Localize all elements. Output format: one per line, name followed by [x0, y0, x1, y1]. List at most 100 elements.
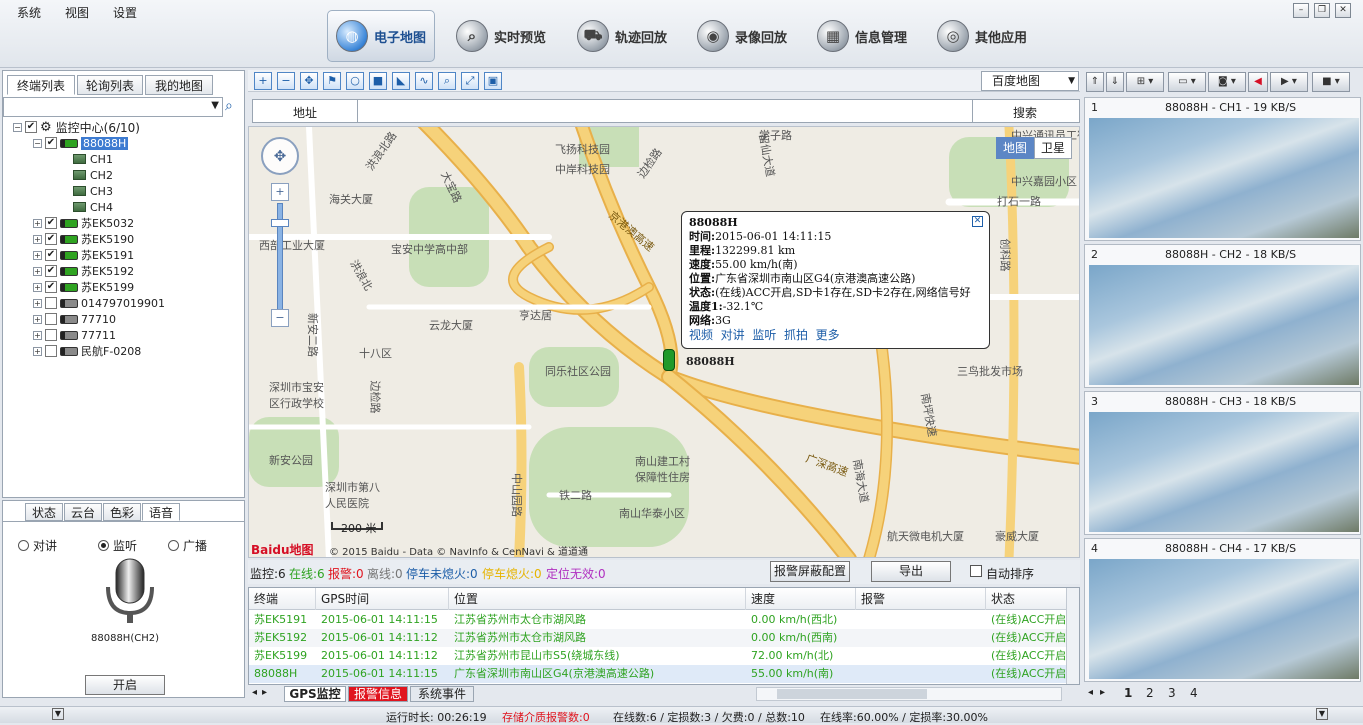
- video-panel[interactable]: 3 88088H - CH3 - 18 KB/S: [1084, 391, 1361, 535]
- circle-icon[interactable]: ○: [346, 72, 364, 90]
- radio-broadcast[interactable]: 广播: [168, 537, 207, 554]
- video-page-tab[interactable]: 3: [1168, 686, 1176, 700]
- vehicle-checkbox[interactable]: ✔: [45, 137, 57, 149]
- flag-icon[interactable]: ⚑: [323, 72, 341, 90]
- menu-system[interactable]: 系统: [17, 4, 41, 21]
- chevron-down-icon[interactable]: ▼: [52, 708, 64, 720]
- radio-listen[interactable]: 监听: [98, 537, 137, 554]
- video-panel[interactable]: 1 88088H - CH1 - 19 KB/S: [1084, 97, 1361, 241]
- close-icon[interactable]: ✕: [972, 216, 983, 227]
- tree-channel[interactable]: CH3: [73, 183, 113, 199]
- vehicle-checkbox[interactable]: ✔: [45, 265, 57, 277]
- pan-icon[interactable]: ✥: [300, 72, 318, 90]
- close-button[interactable]: ✕: [1335, 3, 1351, 18]
- vehicle-checkbox[interactable]: ✔: [45, 281, 57, 293]
- tree-channel[interactable]: CH2: [73, 167, 113, 183]
- rectangle-icon[interactable]: ■: [369, 72, 387, 90]
- map-zoom-handle[interactable]: [271, 219, 289, 227]
- tab-ptz[interactable]: 云台: [64, 503, 102, 521]
- tab-alarm-info[interactable]: 报警信息: [348, 686, 408, 702]
- nav-video-playback[interactable]: ◉ 录像回放: [697, 10, 787, 62]
- col-alarm[interactable]: 报警: [856, 588, 986, 610]
- tree-vehicle[interactable]: + ✔ 苏EK5190: [33, 231, 134, 247]
- export-button[interactable]: 导出: [871, 561, 951, 582]
- col-speed[interactable]: 速度: [746, 588, 856, 610]
- tab-scroll-left-icon[interactable]: ◂: [252, 687, 257, 698]
- video-feed[interactable]: [1089, 265, 1359, 385]
- popup-link-listen[interactable]: 监听: [752, 328, 776, 342]
- tree-vehicle[interactable]: + ✔ 苏EK5192: [33, 263, 134, 279]
- search-icon[interactable]: ⌕: [438, 72, 456, 90]
- vehicle-checkbox[interactable]: ✔: [45, 233, 57, 245]
- window-icon[interactable]: ▭ ▾: [1168, 72, 1206, 92]
- expand-icon[interactable]: +: [33, 330, 42, 340]
- tree-vehicle-selected[interactable]: − ✔ 88088H: [33, 135, 129, 151]
- tree-vehicle[interactable]: +014797019901: [33, 295, 165, 311]
- minimize-button[interactable]: –: [1293, 3, 1309, 18]
- restore-button[interactable]: ❐: [1314, 3, 1330, 18]
- page-next-icon[interactable]: ▸: [1100, 687, 1105, 698]
- expand-icon[interactable]: +: [33, 234, 42, 244]
- address-input[interactable]: [357, 100, 973, 122]
- col-terminal[interactable]: 终端: [249, 588, 316, 610]
- tab-my-map[interactable]: 我的地图: [145, 75, 213, 95]
- save-icon[interactable]: ▣: [484, 72, 502, 90]
- video-feed[interactable]: [1089, 412, 1359, 532]
- stop-icon[interactable]: ■ ▾: [1312, 72, 1350, 92]
- tree-root[interactable]: − ✔ ⚙ 监控中心(6/10): [13, 119, 140, 135]
- collapse-icon[interactable]: −: [13, 122, 22, 132]
- vehicle-checkbox[interactable]: ✔: [45, 249, 57, 261]
- tab-color[interactable]: 色彩: [103, 503, 141, 521]
- map-zoom-in-button[interactable]: +: [271, 183, 289, 201]
- popup-link-intercom[interactable]: 对讲: [721, 328, 745, 342]
- tree-vehicle[interactable]: +77710: [33, 311, 116, 327]
- nav-other-apps[interactable]: ◎ 其他应用: [937, 10, 1027, 62]
- tab-status[interactable]: 状态: [25, 503, 63, 521]
- map-zoom-out-button[interactable]: −: [271, 309, 289, 327]
- col-gps-time[interactable]: GPS时间: [316, 588, 449, 610]
- nav-info-manage[interactable]: ▦ 信息管理: [817, 10, 907, 62]
- video-feed[interactable]: [1089, 118, 1359, 238]
- menu-view[interactable]: 视图: [65, 4, 89, 21]
- horizontal-scrollbar[interactable]: [756, 687, 1062, 701]
- popup-link-video[interactable]: 视频: [689, 328, 713, 342]
- tree-vehicle[interactable]: + ✔ 苏EK5032: [33, 215, 134, 231]
- expand-icon[interactable]: +: [33, 346, 42, 356]
- expand-icon[interactable]: +: [33, 218, 42, 228]
- tree-channel[interactable]: CH1: [73, 151, 113, 167]
- chevron-down-icon[interactable]: ▼: [1316, 708, 1328, 720]
- tree-channel[interactable]: CH4: [73, 199, 113, 215]
- nav-electronic-map[interactable]: ◍ 电子地图: [327, 10, 436, 62]
- download-icon[interactable]: ⇓: [1106, 72, 1124, 92]
- col-location[interactable]: 位置: [449, 588, 746, 610]
- tree-vehicle[interactable]: + 民航F-0208: [33, 343, 141, 359]
- zoom-out-icon[interactable]: −: [277, 72, 295, 90]
- expand-icon[interactable]: +: [33, 298, 42, 308]
- video-panel[interactable]: 2 88088H - CH2 - 18 KB/S: [1084, 244, 1361, 388]
- tab-gps-monitor[interactable]: GPS监控: [284, 686, 346, 702]
- expand-icon[interactable]: +: [33, 250, 42, 260]
- zoom-in-icon[interactable]: +: [254, 72, 272, 90]
- page-prev-icon[interactable]: ◂: [1088, 687, 1093, 698]
- layout-icon[interactable]: ⊞ ▾: [1126, 72, 1164, 92]
- polygon-icon[interactable]: ◣: [392, 72, 410, 90]
- line-icon[interactable]: ∿: [415, 72, 433, 90]
- tree-vehicle[interactable]: + ✔ 苏EK5199: [33, 279, 134, 295]
- mute-icon[interactable]: ◀: [1248, 72, 1268, 92]
- tab-system-events[interactable]: 系统事件: [410, 686, 474, 702]
- nav-realtime-preview[interactable]: ⌕ 实时预览: [456, 10, 546, 62]
- fullscreen-icon[interactable]: ⤢: [461, 72, 479, 90]
- popup-link-more[interactable]: 更多: [816, 328, 840, 342]
- upload-icon[interactable]: ⇑: [1086, 72, 1104, 92]
- vehicle-marker-icon[interactable]: [663, 349, 675, 371]
- nav-track-playback[interactable]: ⛟ 轨迹回放: [577, 10, 667, 62]
- vehicle-checkbox[interactable]: [45, 297, 57, 309]
- tree-vehicle[interactable]: +77711: [33, 327, 116, 343]
- expand-icon[interactable]: +: [33, 266, 42, 276]
- radio-intercom[interactable]: 对讲: [18, 537, 57, 554]
- auto-sort-checkbox[interactable]: [970, 565, 982, 577]
- popup-link-capture[interactable]: 抓拍: [784, 328, 808, 342]
- open-voice-button[interactable]: 开启: [85, 675, 165, 695]
- alarm-mask-config-button[interactable]: 报警屏蔽配置: [770, 561, 850, 582]
- root-checkbox[interactable]: ✔: [25, 121, 37, 133]
